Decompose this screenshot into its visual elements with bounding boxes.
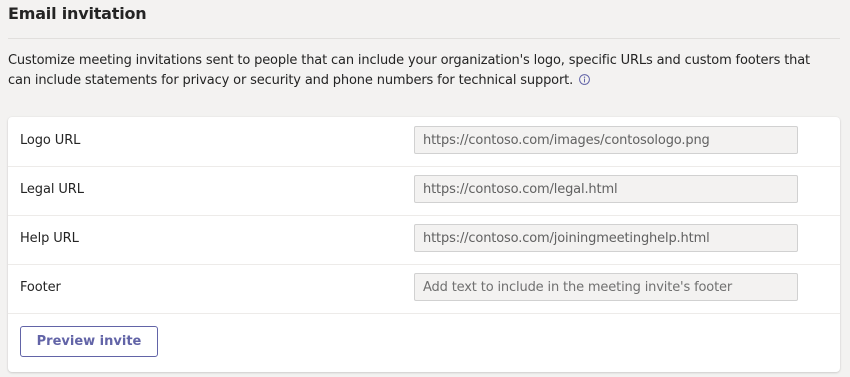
legal-url-label: Legal URL	[20, 182, 84, 197]
help-url-label: Help URL	[20, 231, 79, 246]
footer-row: Footer	[8, 264, 840, 314]
help-url-row: Help URL	[8, 215, 840, 265]
section-divider	[8, 38, 840, 39]
settings-card: Logo URL Legal URL Help URL Footer Previ…	[8, 117, 840, 372]
footer-input[interactable]	[414, 273, 798, 301]
help-url-input[interactable]	[414, 224, 798, 252]
description-text: Customize meeting invitations sent to pe…	[8, 53, 810, 88]
info-icon[interactable]	[579, 72, 590, 85]
section-description: Customize meeting invitations sent to pe…	[8, 51, 828, 91]
legal-url-input[interactable]	[414, 175, 798, 203]
logo-url-input[interactable]	[414, 126, 798, 154]
preview-invite-button[interactable]: Preview invite	[20, 326, 158, 357]
section-title: Email invitation	[8, 4, 147, 23]
logo-url-row: Logo URL	[8, 117, 840, 167]
legal-url-row: Legal URL	[8, 166, 840, 216]
logo-url-label: Logo URL	[20, 133, 81, 148]
footer-label: Footer	[20, 280, 61, 295]
